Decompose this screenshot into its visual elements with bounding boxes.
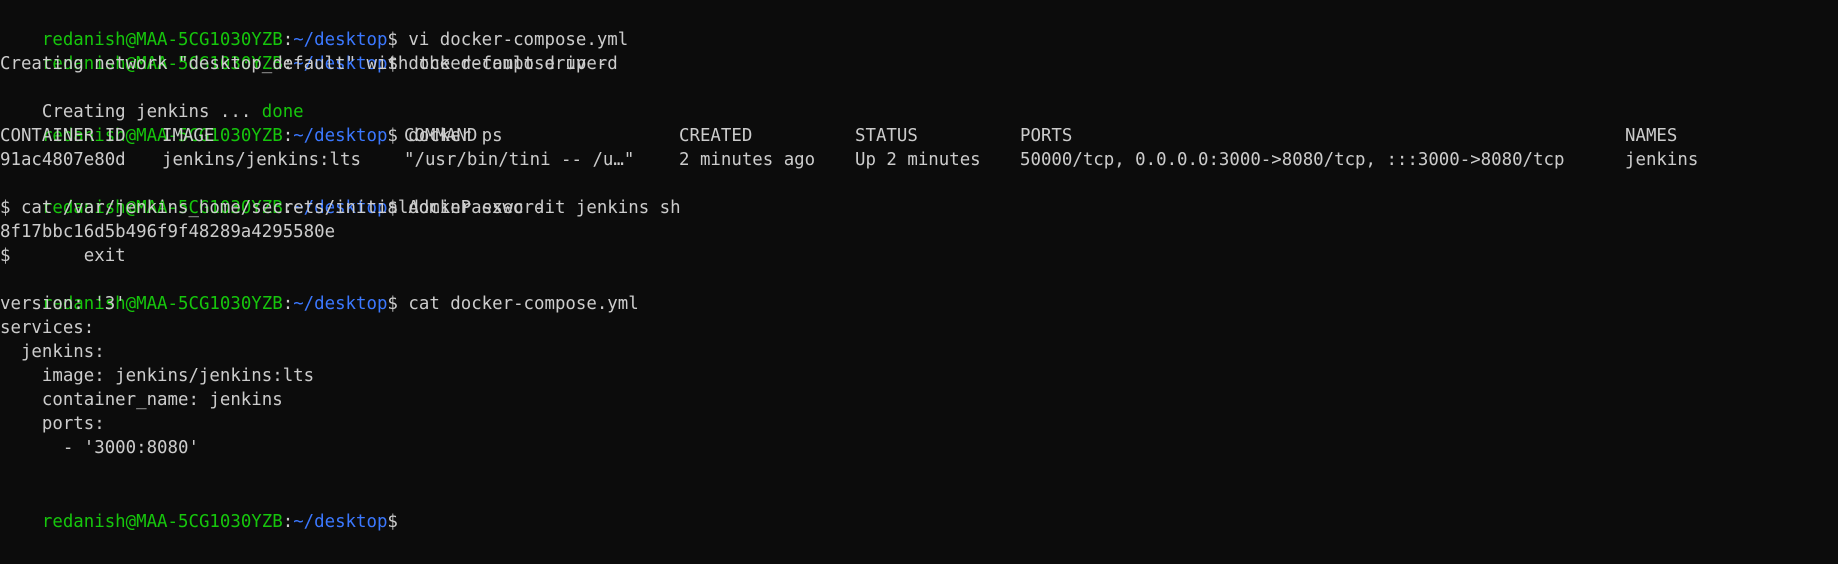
- header-ports: PORTS: [1020, 126, 1073, 146]
- output-network: Creating network "desktop_default" with …: [0, 54, 608, 74]
- terminal-window[interactable]: redanish@MAA-5CG1030YZB:~/desktop$ vi do…: [0, 0, 1838, 564]
- header-command: COMMAND: [404, 126, 478, 146]
- docker-ps-header: CONTAINER ID IMAGE COMMAND CREATED STATU…: [0, 124, 1838, 148]
- shell-cat-command: $ cat /var/jenkins_home/secrets/initialA…: [0, 198, 545, 218]
- yaml-line: - '3000:8080': [0, 438, 199, 458]
- yaml-line: jenkins:: [0, 342, 105, 362]
- row-ports: 50000/tcp, 0.0.0.0:3000->8080/tcp, :::30…: [1020, 150, 1565, 170]
- row-image: jenkins/jenkins:lts: [162, 150, 361, 170]
- prompt-path: ~/desktop: [293, 512, 388, 532]
- yaml-line: version: '3': [0, 294, 126, 314]
- prompt-separator: :: [282, 294, 294, 314]
- yaml-line: container_name: jenkins: [0, 390, 283, 410]
- prompt-user: redanish@MAA-5CG1030YZB: [41, 512, 283, 532]
- row-names: jenkins: [1625, 150, 1699, 170]
- docker-ps-row: 91ac4807e80d jenkins/jenkins:lts "/usr/b…: [0, 148, 1838, 172]
- command-text: cat docker-compose.yml: [397, 294, 639, 314]
- admin-password-output: 8f17bbc16d5b496f9f48289a4295580e: [0, 222, 336, 242]
- prompt-symbol: $: [387, 294, 398, 314]
- prompt-line-vi: redanish@MAA-5CG1030YZB:~/desktop$ vi do…: [0, 4, 628, 50]
- row-container-id: 91ac4807e80d: [0, 150, 126, 170]
- prompt-line-docker-ps: redanish@MAA-5CG1030YZB:~/desktop$ docke…: [0, 100, 503, 146]
- prompt-separator: :: [282, 512, 294, 532]
- row-created: 2 minutes ago: [679, 150, 816, 170]
- prompt-line-docker-exec: redanish@MAA-5CG1030YZB:~/desktop$ docke…: [0, 172, 681, 218]
- terminal-cursor[interactable]: [398, 512, 408, 532]
- row-status: Up 2 minutes: [855, 150, 981, 170]
- header-status: STATUS: [855, 126, 918, 146]
- prompt-line-compose-up: redanish@MAA-5CG1030YZB:~/desktop$ docke…: [0, 28, 618, 74]
- prompt-line-current[interactable]: redanish@MAA-5CG1030YZB:~/desktop$: [0, 486, 408, 532]
- yaml-line: ports:: [0, 414, 105, 434]
- row-command: "/usr/bin/tini -- /u…": [404, 150, 635, 170]
- header-image: IMAGE: [162, 126, 215, 146]
- shell-exit-command: $ exit: [0, 246, 126, 266]
- header-container-id: CONTAINER ID: [0, 126, 126, 146]
- prompt-symbol: $: [387, 512, 398, 532]
- yaml-line: image: jenkins/jenkins:lts: [0, 366, 315, 386]
- header-names: NAMES: [1625, 126, 1678, 146]
- prompt-line-cat: redanish@MAA-5CG1030YZB:~/desktop$ cat d…: [0, 268, 639, 314]
- yaml-line: services:: [0, 318, 95, 338]
- output-creating-jenkins: Creating jenkins ... done: [0, 76, 304, 122]
- prompt-path: ~/desktop: [293, 294, 388, 314]
- header-created: CREATED: [679, 126, 753, 146]
